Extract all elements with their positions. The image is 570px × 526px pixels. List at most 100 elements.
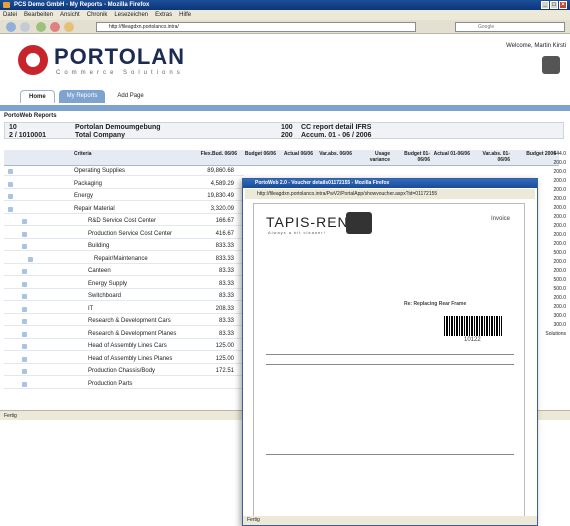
url-input[interactable]: http://fileagdxn.portolanco.intra/: [96, 22, 416, 32]
tab-bar: Home My Reports Add Page: [20, 90, 152, 103]
table-row[interactable]: Production Chassis/Body 172.51: [4, 367, 244, 376]
table-row[interactable]: Energy Supply 83.33: [4, 280, 244, 289]
table-row[interactable]: Head of Assembly Lines Planes 125.00: [4, 355, 244, 364]
home-icon[interactable]: [64, 22, 74, 32]
right-value: 200.0: [553, 160, 566, 166]
row-expand-icon[interactable]: [22, 294, 27, 299]
row-expand-icon[interactable]: [22, 219, 27, 224]
row-expand-icon[interactable]: [22, 306, 27, 312]
portolan-logo: PORTOLAN Commerce Solutions: [18, 44, 185, 76]
back-icon[interactable]: [6, 22, 16, 32]
row-label: Repair Material: [74, 205, 115, 212]
row-label: Research & Development Planes: [88, 330, 177, 337]
row-value: 89,860.68: [207, 168, 234, 174]
row-expand-icon[interactable]: [22, 281, 27, 287]
table-row[interactable]: Repair/Maintenance 833.33: [4, 255, 244, 264]
table-row[interactable]: Packaging 4,589.29: [4, 180, 244, 189]
row-expand-icon[interactable]: [22, 369, 27, 374]
menu-chronik[interactable]: Chronik: [87, 10, 108, 20]
window-title: PCS Demo GmbH - My Reports - Mozilla Fir…: [14, 2, 150, 8]
table-row[interactable]: IT 208.33: [4, 305, 244, 314]
popup-titlebar: PortoWeb 2.0 - Voucher details01172155 -…: [243, 179, 537, 188]
user-avatar-icon[interactable]: [542, 56, 560, 74]
row-label: Head of Assembly Lines Cars: [88, 343, 167, 349]
row-value: 83.33: [218, 293, 234, 299]
stop-icon[interactable]: [50, 22, 60, 32]
reload-icon[interactable]: [36, 22, 46, 32]
row-label: Switchboard: [88, 293, 122, 299]
tab-add-page[interactable]: Add Page: [109, 90, 151, 103]
minimize-button[interactable]: _: [541, 1, 549, 9]
table-row[interactable]: Repair Material 3,320.09: [4, 205, 244, 214]
company-tagline: Always a bit cleaner!: [268, 230, 326, 235]
row-expand-icon[interactable]: [22, 231, 27, 237]
search-input[interactable]: Google: [455, 22, 565, 32]
table-row[interactable]: Production Service Cost Center 416.67: [4, 230, 244, 239]
popup-status-bar: Fertig: [243, 516, 537, 525]
col-actual-ytd: Actual 01-06/06: [433, 151, 470, 157]
row-expand-icon[interactable]: [8, 181, 13, 187]
voucher-document: TAPIS-RENT Always a bit cleaner! Invoice…: [253, 203, 525, 519]
row-expand-icon[interactable]: [22, 269, 27, 274]
row-value: 208.33: [215, 305, 234, 312]
row-expand-icon[interactable]: [22, 319, 27, 324]
col-budget-ytd: Budget 01-06/06: [404, 151, 430, 163]
row-expand-icon[interactable]: [22, 244, 27, 249]
close-button[interactable]: ×: [559, 1, 567, 9]
tab-home[interactable]: Home: [20, 90, 55, 103]
right-value: 200.0: [553, 169, 566, 175]
vacuum-logo-icon: [346, 212, 372, 234]
row-label: Production Parts: [88, 380, 133, 387]
row-expand-icon[interactable]: [22, 331, 27, 337]
table-row[interactable]: Research & Development Cars 83.33: [4, 317, 244, 326]
menu-bearbeiten[interactable]: Bearbeiten: [24, 10, 53, 20]
table-row[interactable]: Canteen 83.33: [4, 267, 244, 276]
table-row[interactable]: R&D Service Cost Center 166.67: [4, 217, 244, 226]
row-label: Operating Supplies: [74, 168, 126, 174]
table-row[interactable]: Building 833.33: [4, 242, 244, 251]
firefox-icon: [3, 2, 10, 8]
row-expand-icon[interactable]: [22, 344, 27, 349]
table-row[interactable]: Energy 19,830.49: [4, 192, 244, 201]
row-value: 833.33: [215, 255, 234, 262]
row-value: 833.33: [215, 243, 234, 249]
menu-ansicht[interactable]: Ansicht: [60, 10, 80, 20]
row-label: Energy Supply: [88, 280, 128, 287]
window-titlebar: PCS Demo GmbH - My Reports - Mozilla Fir…: [0, 0, 570, 10]
row-label: Packaging: [74, 180, 103, 187]
table-row[interactable]: Production Parts: [4, 380, 244, 389]
voucher-popup-window: PortoWeb 2.0 - Voucher details01172155 -…: [242, 178, 538, 526]
brand-name: PORTOLAN: [54, 44, 186, 69]
row-value: 19,830.49: [207, 193, 234, 199]
row-expand-icon[interactable]: [8, 206, 13, 212]
popup-url-input[interactable]: http://fileagdxn.portolanco.intra/PwV2/P…: [245, 189, 535, 199]
menu-hilfe[interactable]: Hilfe: [179, 10, 191, 20]
row-expand-icon[interactable]: [8, 169, 13, 174]
report-name-1: Portolan Demoumgebung: [75, 124, 161, 131]
row-value: 3,320.09: [210, 205, 234, 212]
row-label: Energy: [74, 193, 94, 199]
row-value: 125.00: [215, 355, 234, 362]
barcode-icon: [444, 316, 502, 336]
forward-icon[interactable]: [20, 22, 30, 32]
row-expand-icon[interactable]: [22, 381, 27, 387]
row-expand-icon[interactable]: [28, 256, 33, 262]
table-row[interactable]: Research & Development Planes 83.33: [4, 330, 244, 339]
table-header: Criteria Flex.Bud. 06/06 Budget 06/06 Ac…: [4, 150, 559, 166]
col-var-abs: Var.abs. 06/06: [319, 151, 352, 157]
table-row[interactable]: Switchboard 83.33: [4, 292, 244, 301]
welcome-text: Welcome, Martin Kirsti: [506, 43, 566, 49]
report-name-3: CC report detail IFRS: [301, 124, 372, 131]
row-label: Production Chassis/Body: [88, 368, 156, 374]
row-expand-icon[interactable]: [22, 356, 27, 362]
row-value: 416.67: [215, 230, 234, 237]
row-expand-icon[interactable]: [8, 194, 13, 199]
maximize-button[interactable]: □: [550, 1, 558, 9]
row-label: Research & Development Cars: [88, 318, 171, 324]
tab-my-reports[interactable]: My Reports: [58, 90, 106, 103]
menu-lesezeichen[interactable]: Lesezeichen: [114, 10, 148, 20]
table-row[interactable]: Operating Supplies 89,860.68: [4, 167, 244, 176]
menu-extras[interactable]: Extras: [155, 10, 172, 20]
table-row[interactable]: Head of Assembly Lines Cars 125.00: [4, 342, 244, 351]
menu-datei[interactable]: Datei: [3, 10, 17, 20]
